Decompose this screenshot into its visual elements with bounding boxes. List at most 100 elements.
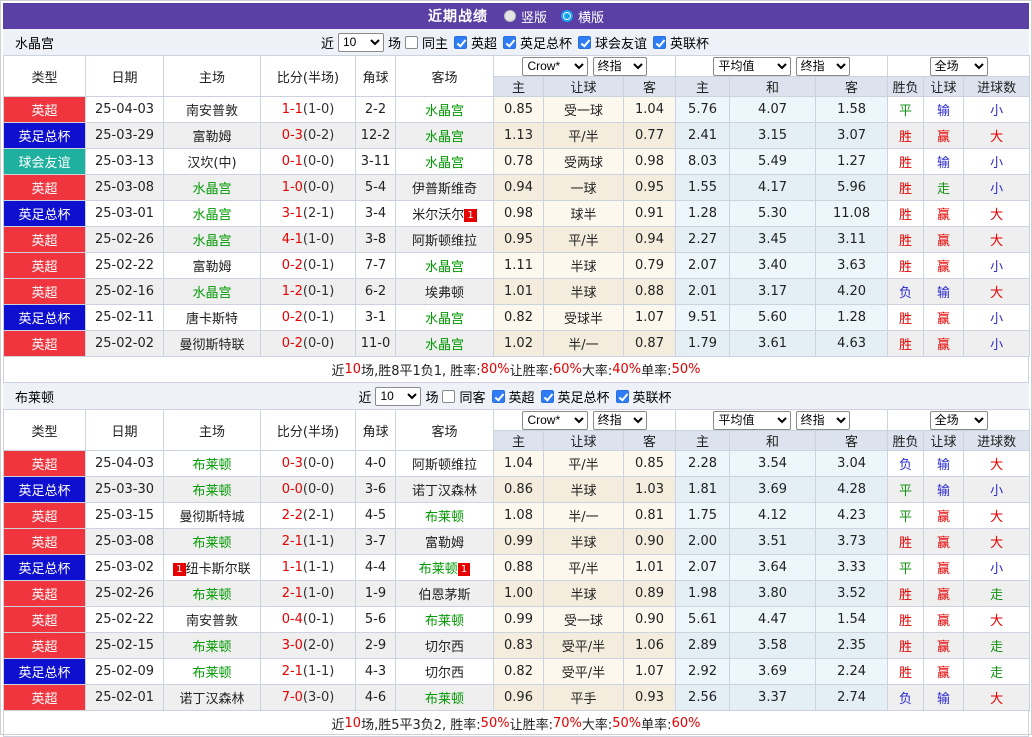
corners: 4-5 (355, 502, 396, 529)
league-checkbox[interactable] (540, 389, 554, 403)
handicap-home-odds: 0.83 (493, 632, 544, 659)
record-summary: 近 10 场,胜8平1负1, 胜率: 80% 让胜率: 60% 大率: 40% 单率: 50… (3, 357, 1029, 383)
matches-label: 场 (387, 36, 401, 52)
league-badge: 英超 (3, 450, 86, 477)
result-wdl: 胜 (887, 606, 925, 633)
summary-stat-value: 50% (612, 716, 642, 731)
result-handicap: 赢 (923, 632, 965, 659)
header-selects-row: 类型 日期 主场 比分(半场) 角球 客场 Crow* 终指 平均值 终指 全场 (3, 409, 1031, 451)
radio-unselected-icon[interactable] (503, 10, 516, 22)
score: 1-2(0-1) (260, 278, 356, 305)
bookmaker-select[interactable]: Crow* (522, 410, 589, 430)
final-index-select[interactable]: 终指 (592, 56, 647, 76)
final-index-select[interactable]: 终指 (795, 410, 850, 430)
home-team-name: 唐卡斯特 (185, 312, 238, 327)
same-venue-checkbox[interactable] (404, 35, 418, 49)
result-handicap: 输 (923, 476, 965, 503)
match-count-select[interactable]: 10 (337, 32, 384, 52)
avg-draw-odds: 3.58 (729, 632, 817, 659)
match-count-select[interactable]: 10 (375, 386, 422, 406)
result-goals: 小 (963, 554, 1031, 581)
red-card-badge: 1 (464, 209, 477, 222)
league-badge: 英超 (3, 632, 86, 659)
team-section-brighton: 布莱顿 近 10 场同客 英超 英足总杯 英联杯 类型 日期 主场 比分(半场) 角球 客场 Crow… (1, 383, 1031, 737)
avg-away-odds: 3.04 (815, 450, 889, 477)
away-team: 水晶宫 (395, 304, 494, 331)
result-goals: 走 (963, 658, 1031, 685)
result-wdl: 平 (887, 96, 925, 123)
avg-home-odds: 2.56 (675, 684, 731, 711)
result-handicap: 赢 (923, 122, 965, 149)
match-row: 英超 25-02-02 曼彻斯特联 0-2(0-0) 11-0 水晶宫 1.02 半/一 0.8… (3, 330, 1031, 357)
avg-home-odds: 9.51 (675, 304, 731, 331)
view-mode-radio[interactable]: 横版 (561, 7, 604, 26)
match-date: 25-02-16 (85, 278, 164, 305)
avg-draw-odds: 4.12 (729, 502, 817, 529)
handicap-away-odds: 1.01 (622, 554, 677, 581)
league-badge: 英超 (3, 606, 86, 633)
league-badge: 英超 (3, 226, 86, 253)
result-goals: 大 (963, 606, 1031, 633)
away-team-name: 水晶宫 (424, 338, 464, 353)
match-row: 英足总杯 25-02-09 布莱顿 2-1(1-1) 4-3 切尔西 0.82 受平/半 1.0… (3, 658, 1031, 685)
match-date: 25-03-02 (85, 554, 164, 581)
summary-stat-value: 10 (344, 362, 362, 377)
sub-header-0: 主 (493, 76, 544, 97)
result-wdl: 胜 (887, 200, 925, 227)
league-checkbox[interactable] (491, 389, 505, 403)
view-mode-radio[interactable]: 竖版 (503, 7, 547, 26)
away-team-name: 水晶宫 (424, 104, 464, 119)
avg-draw-odds: 3.64 (729, 554, 817, 581)
page-title: 近期战绩 (427, 9, 488, 25)
bookmaker-select[interactable]: Crow* (522, 56, 589, 76)
handicap-away-odds: 0.79 (622, 252, 677, 279)
handicap-away-odds: 0.93 (622, 684, 677, 711)
league-checkbox[interactable] (653, 35, 667, 49)
results-table: 类型 日期 主场 比分(半场) 角球 客场 Crow* 终指 平均值 终指 全场主让球客主和客胜… (3, 409, 1031, 711)
league-checkbox[interactable] (453, 35, 467, 49)
result-wdl: 负 (887, 450, 925, 477)
avg-home-odds: 2.00 (675, 528, 731, 555)
radio-selected-icon[interactable] (561, 10, 573, 22)
league-checkbox[interactable] (503, 35, 516, 49)
corners: 7-7 (355, 252, 396, 279)
fulltime-score: 2-1 (281, 664, 303, 679)
match-date: 25-03-08 (85, 174, 164, 201)
average-select[interactable]: 平均值 (713, 56, 792, 76)
handicap-line: 半/一 (543, 502, 624, 529)
average-select[interactable]: 平均值 (713, 410, 792, 430)
final-index-select[interactable]: 终指 (795, 56, 850, 76)
league-badge: 英超 (3, 174, 86, 201)
league-checkbox[interactable] (578, 35, 592, 49)
sub-header-2: 客 (622, 430, 677, 451)
match-date: 25-04-03 (85, 450, 164, 477)
handicap-home-odds: 0.88 (493, 554, 544, 581)
handicap-away-odds: 0.89 (622, 580, 677, 607)
same-venue-checkbox[interactable] (442, 389, 456, 403)
red-card-badge: 1 (457, 563, 471, 576)
handicap-home-odds: 0.98 (493, 200, 544, 227)
scope-select[interactable]: 全场 (929, 410, 988, 430)
match-row: 英超 25-02-26 水晶宫 4-1(1-0) 3-8 阿斯顿维拉 0.95 平/半 0.94… (3, 226, 1031, 253)
home-team-name: 诺丁汉森林 (179, 692, 245, 707)
result-goals: 小 (963, 304, 1031, 331)
handicap-line: 一球 (543, 174, 624, 201)
result-goals: 小 (963, 96, 1031, 123)
halftime-score: (1-0) (302, 586, 335, 601)
sub-header-6: 胜负 (887, 430, 925, 451)
match-date: 25-03-30 (85, 476, 164, 503)
final-index-select[interactable]: 终指 (592, 410, 647, 430)
handicap-line: 半球 (543, 252, 624, 279)
halftime-score: (0-1) (302, 284, 335, 299)
home-team-name: 富勒姆 (192, 130, 232, 145)
home-team-name: 水晶宫 (192, 234, 232, 249)
corners: 11-0 (355, 330, 396, 357)
corners: 3-4 (355, 200, 396, 227)
league-checkbox[interactable] (615, 389, 629, 403)
avg-draw-odds: 3.15 (729, 122, 817, 149)
avg-home-odds: 2.07 (675, 554, 731, 581)
result-goals: 大 (963, 226, 1031, 253)
halftime-score: (0-0) (302, 180, 335, 195)
summary-stat-value: 80% (480, 362, 510, 377)
scope-select[interactable]: 全场 (929, 56, 988, 76)
